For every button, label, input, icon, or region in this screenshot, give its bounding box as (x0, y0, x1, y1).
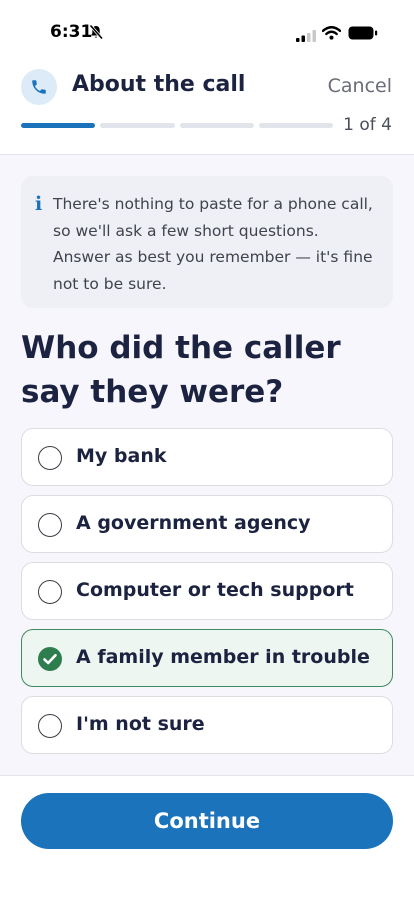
option-label: A family member in trouble (76, 646, 370, 668)
option-my-bank[interactable]: My bank (21, 428, 393, 486)
question-heading: Who did the caller say they were? (21, 330, 341, 410)
option-not-sure[interactable]: I'm not sure (21, 696, 393, 754)
cancel-button[interactable]: Cancel (328, 75, 392, 97)
progress-segment (100, 123, 175, 128)
progress-segment (21, 123, 96, 128)
progress-segment (179, 123, 254, 128)
option-label: My bank (76, 445, 167, 467)
header: About the call Cancel 1 of 4 (0, 60, 414, 155)
step-counter: 1 of 4 (343, 115, 392, 135)
check-circle-icon[interactable] (38, 647, 62, 671)
option-label: A government agency (76, 512, 311, 534)
option-government-agency[interactable]: A government agency (21, 495, 393, 553)
bell-slash-icon (88, 24, 104, 44)
radio-icon[interactable] (38, 446, 62, 470)
battery-icon (348, 25, 378, 44)
progress-segment (258, 123, 333, 128)
continue-button[interactable]: Continue (21, 793, 393, 849)
status-bar: 6:31 (0, 0, 414, 60)
phone-icon (21, 69, 57, 105)
option-label: Computer or tech support (76, 579, 354, 601)
radio-icon[interactable] (38, 513, 62, 537)
wifi-icon (321, 25, 342, 44)
status-time: 6:31 (50, 22, 93, 42)
radio-icon[interactable] (38, 714, 62, 738)
footer: Continue (0, 775, 414, 901)
info-text: There's nothing to paste for a phone cal… (53, 195, 373, 293)
radio-icon[interactable] (38, 580, 62, 604)
info-callout: i There's nothing to paste for a phone c… (21, 176, 393, 308)
cellular-signal-icon (296, 27, 316, 46)
option-label: I'm not sure (76, 713, 205, 735)
page-title: About the call (72, 72, 246, 97)
main-content: i There's nothing to paste for a phone c… (0, 155, 414, 775)
info-icon: i (35, 193, 43, 215)
option-tech-support[interactable]: Computer or tech support (21, 562, 393, 620)
progress-bar (21, 123, 333, 128)
option-family-member[interactable]: A family member in trouble (21, 629, 393, 687)
